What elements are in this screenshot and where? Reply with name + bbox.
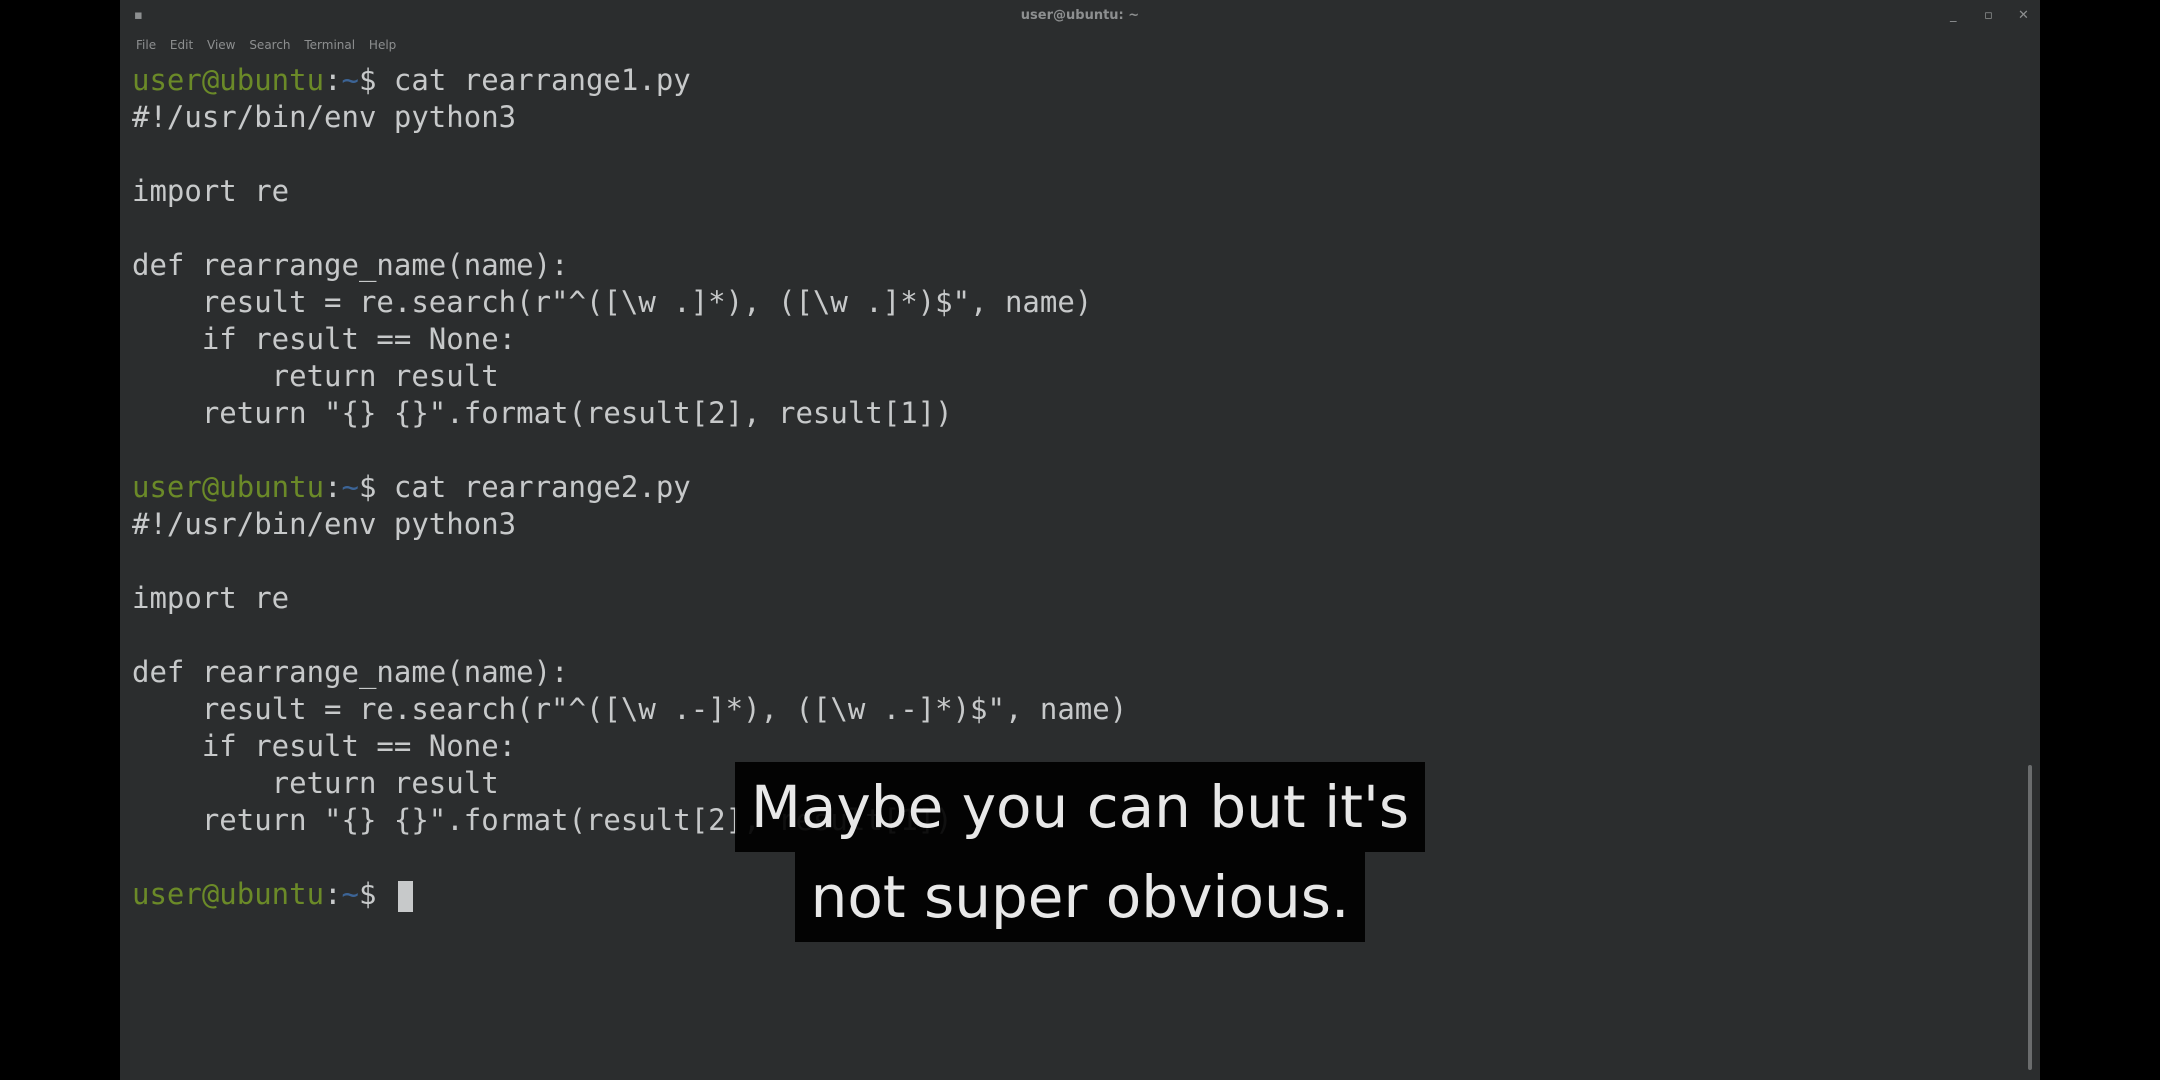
output-line: if result == None: <box>132 322 517 356</box>
menu-terminal[interactable]: Terminal <box>304 38 355 52</box>
output-line: #!/usr/bin/env python3 <box>132 100 517 134</box>
output-line: result = re.search(r"^([\w .]*), ([\w .]… <box>132 285 1093 319</box>
prompt-path: ~ <box>341 63 359 97</box>
prompt-user: user@ubuntu <box>132 63 325 97</box>
output-line: #!/usr/bin/env python3 <box>132 507 517 541</box>
prompt-line: user@ubuntu:~$ cat rearrange1.py <box>132 62 2012 99</box>
menu-view[interactable]: View <box>207 38 235 52</box>
output-line: result = re.search(r"^([\w .-]*), ([\w .… <box>132 692 1128 726</box>
output-line: if result == None: <box>132 729 517 763</box>
output-line: return "{} {}".format(result[2], result[… <box>132 396 953 430</box>
maximize-icon[interactable]: ▫ <box>1984 8 1993 23</box>
prompt-symbol: $ <box>359 470 394 504</box>
command-text: cat rearrange2.py <box>393 470 691 504</box>
output-line: import re <box>132 581 290 615</box>
menu-file[interactable]: File <box>136 38 156 52</box>
output-line: def rearrange_name(name): <box>132 655 569 689</box>
prompt-separator: : <box>324 63 342 97</box>
window-title: user@ubuntu: ~ <box>1020 8 1140 23</box>
command-text: cat rearrange1.py <box>393 63 691 97</box>
menu-edit[interactable]: Edit <box>170 38 193 52</box>
prompt-symbol: $ <box>359 63 394 97</box>
close-icon[interactable]: ✕ <box>2018 8 2029 23</box>
video-caption: Maybe you can but it's not super obvious… <box>0 762 2160 942</box>
caption-line-2: not super obvious. <box>794 852 1366 942</box>
menu-bar: File Edit View Search Terminal Help <box>136 38 406 56</box>
menu-search[interactable]: Search <box>249 38 290 52</box>
output-line: import re <box>132 174 290 208</box>
output-line: def rearrange_name(name): <box>132 248 569 282</box>
prompt-separator: : <box>324 470 342 504</box>
prompt-path: ~ <box>341 470 359 504</box>
output-line: return result <box>132 359 499 393</box>
caption-line-1: Maybe you can but it's <box>734 762 1426 852</box>
title-bar[interactable]: ▪ user@ubuntu: ~ _ ▫ ✕ <box>120 0 2040 34</box>
prompt-line: user@ubuntu:~$ cat rearrange2.py <box>132 469 2012 506</box>
minimize-icon[interactable]: _ <box>1950 8 1957 23</box>
prompt-user: user@ubuntu <box>132 470 325 504</box>
menu-help[interactable]: Help <box>369 38 396 52</box>
